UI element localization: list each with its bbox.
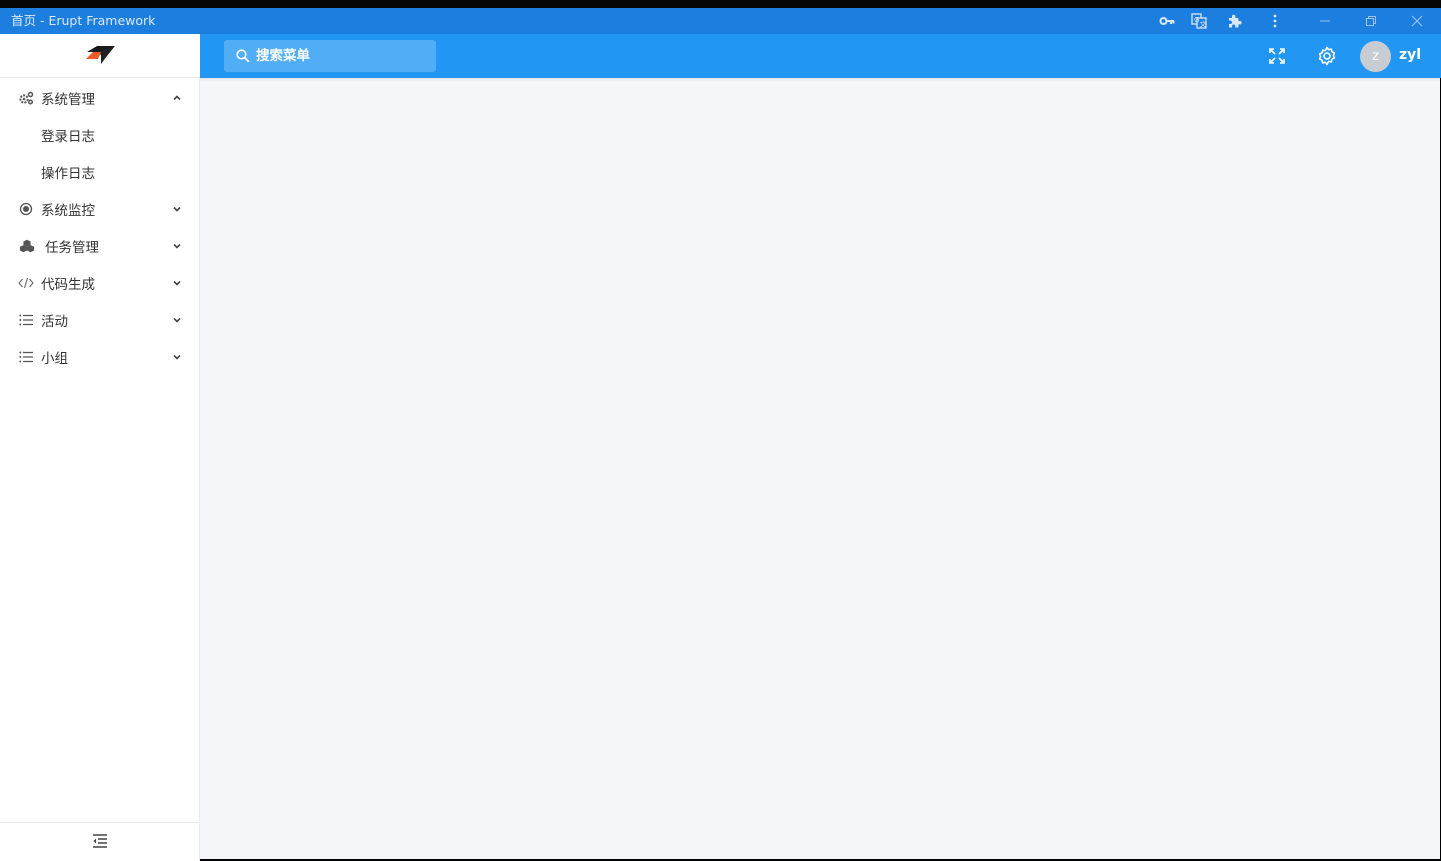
sidebar-subitem-label: 操作日志 xyxy=(41,165,95,182)
sidebar-item-group[interactable]: 小组 xyxy=(0,338,199,375)
menu-fold-icon xyxy=(92,833,108,852)
search-input[interactable] xyxy=(256,48,426,64)
app-window: 首页 - Erupt Framework G文 搜索菜单 z zyl 系统管理 … xyxy=(0,0,1441,861)
cubes-icon xyxy=(19,238,35,254)
sidebar-item-activity[interactable]: 活动 xyxy=(0,301,199,338)
sidebar-item-label: 系统管理 xyxy=(41,91,95,108)
sidebar-item-code-generation[interactable]: 代码生成 xyxy=(0,264,199,301)
dot-circle-icon xyxy=(18,201,34,217)
translate-icon[interactable]: G文 xyxy=(1190,12,1208,30)
list-icon xyxy=(18,349,34,365)
close-icon[interactable] xyxy=(1408,12,1426,30)
chevron-down-icon xyxy=(171,277,183,289)
extension-icon[interactable] xyxy=(1226,12,1244,30)
chevron-down-icon xyxy=(171,314,183,326)
fullscreen-icon[interactable] xyxy=(1266,45,1288,67)
sidebar-subitem-operation-log[interactable]: 操作日志 xyxy=(0,153,199,190)
username[interactable]: zyl xyxy=(1399,47,1421,63)
cogs-icon xyxy=(18,90,34,106)
chevron-up-icon xyxy=(171,92,183,104)
sidebar-item-label: 代码生成 xyxy=(41,276,95,293)
window-titlebar: 首页 - Erupt Framework G文 xyxy=(0,8,1441,34)
erupt-logo-icon xyxy=(83,43,117,69)
sidebar-subitem-login-log[interactable]: 登录日志 xyxy=(0,116,199,153)
window-title: 首页 - Erupt Framework xyxy=(11,13,156,28)
minimize-icon[interactable] xyxy=(1316,12,1334,30)
sidebar-item-label: 活动 xyxy=(41,313,68,330)
search-box[interactable] xyxy=(224,40,436,72)
logo-area[interactable] xyxy=(0,34,200,78)
avatar[interactable]: z xyxy=(1360,41,1391,72)
sidebar-item-label: 系统监控 xyxy=(41,202,95,219)
list-icon xyxy=(18,312,34,328)
top-edge xyxy=(0,0,1441,8)
more-vert-icon[interactable] xyxy=(1266,12,1284,30)
app-header: z zyl xyxy=(0,34,1441,78)
gear-icon[interactable] xyxy=(1316,45,1338,67)
key-icon[interactable] xyxy=(1158,12,1176,30)
svg-text:文: 文 xyxy=(1200,20,1207,29)
restore-icon[interactable] xyxy=(1362,12,1380,30)
sidebar-item-label: 任务管理 xyxy=(45,239,99,256)
sidebar: 系统管理 登录日志 操作日志 系统监控 任务管理 代码生成 活动 小组 xyxy=(0,78,200,861)
header-shadow xyxy=(200,78,1441,82)
search-icon xyxy=(235,48,251,64)
chevron-down-icon xyxy=(171,240,183,252)
chevron-down-icon xyxy=(171,203,183,215)
sidebar-item-task-management[interactable]: 任务管理 xyxy=(0,227,199,264)
code-icon xyxy=(18,275,34,291)
sidebar-item-system-management[interactable]: 系统管理 xyxy=(0,79,199,116)
main-content xyxy=(200,78,1440,859)
chevron-down-icon xyxy=(171,351,183,363)
sidebar-item-label: 小组 xyxy=(41,350,68,367)
sidebar-collapse-button[interactable] xyxy=(0,822,199,861)
sidebar-subitem-label: 登录日志 xyxy=(41,128,95,145)
sidebar-item-system-monitor[interactable]: 系统监控 xyxy=(0,190,199,227)
